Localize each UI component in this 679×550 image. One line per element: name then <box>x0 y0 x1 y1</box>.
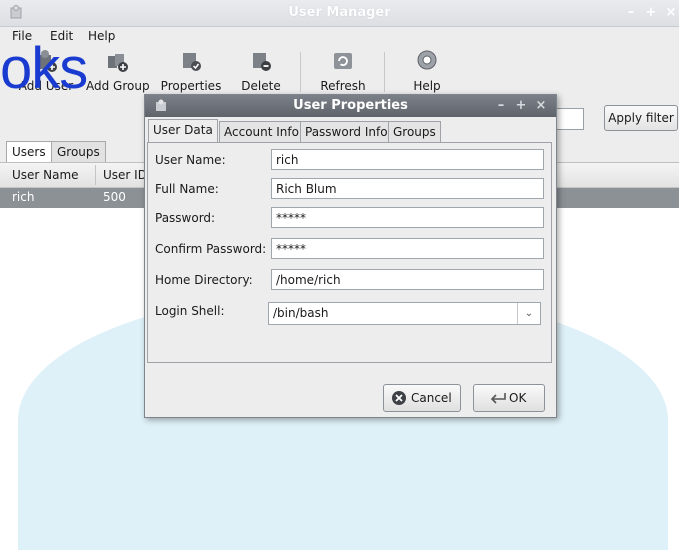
cancel-icon <box>392 391 406 405</box>
column-separator <box>95 165 96 185</box>
toolbar-separator <box>384 52 385 92</box>
properties-label: Properties <box>160 79 222 93</box>
column-user-id[interactable]: User ID <box>103 168 147 182</box>
dialog-minimize-button[interactable]: – <box>492 97 510 114</box>
tab-account-info[interactable]: Account Info <box>219 121 304 142</box>
dialog-maximize-button[interactable]: + <box>512 97 530 114</box>
confirm-password-label: Confirm Password: <box>155 242 267 256</box>
cell-user-name: rich <box>12 190 35 204</box>
delete-label: Delete <box>241 79 281 93</box>
window-titlebar: User Manager – + × <box>0 0 679 27</box>
cell-user-id: 500 <box>103 190 126 204</box>
menu-help[interactable]: Help <box>88 29 115 43</box>
enter-arrow-icon <box>490 393 506 404</box>
full-name-field[interactable]: Rich Blum <box>271 178 544 199</box>
refresh-icon <box>334 53 352 69</box>
user-name-field[interactable]: rich <box>271 149 544 170</box>
close-button[interactable]: × <box>662 4 679 21</box>
help-button[interactable]: Help <box>404 46 450 100</box>
dialog-titlebar: User Properties – + × <box>145 95 556 117</box>
minimize-button[interactable]: – <box>622 4 640 21</box>
properties-icon <box>183 53 201 71</box>
login-shell-select[interactable]: /bin/bash ⌄ <box>268 302 541 325</box>
ok-button[interactable]: OK <box>473 384 545 412</box>
delete-icon <box>253 53 271 71</box>
refresh-button[interactable]: Refresh <box>314 46 372 100</box>
delete-button[interactable]: Delete <box>236 46 286 100</box>
ok-label: OK <box>509 391 527 405</box>
help-lifebuoy-icon <box>417 50 437 70</box>
cancel-button[interactable]: Cancel <box>383 384 461 412</box>
tab-groups[interactable]: Groups <box>51 141 106 162</box>
tab-password-info[interactable]: Password Info <box>300 121 393 142</box>
watermark-logo: oks <box>0 36 88 101</box>
tab-users[interactable]: Users <box>6 141 52 162</box>
dialog-close-button[interactable]: × <box>532 97 550 114</box>
apply-filter-button[interactable]: Apply filter <box>604 105 678 131</box>
tab-user-data[interactable]: User Data <box>148 119 218 143</box>
help-label: Help <box>413 79 441 93</box>
password-field[interactable]: ***** <box>271 207 544 228</box>
add-group-icon <box>108 54 128 72</box>
toolbar: Add User Add Group Properties Delete Ref… <box>0 46 679 101</box>
user-name-label: User Name: <box>155 153 226 167</box>
maximize-button[interactable]: + <box>642 4 660 21</box>
cancel-label: Cancel <box>411 391 452 405</box>
password-label: Password: <box>155 211 216 225</box>
add-group-button[interactable]: Add Group <box>86 46 150 100</box>
tab-groups[interactable]: Groups <box>388 121 441 142</box>
confirm-password-field[interactable]: ***** <box>271 238 544 259</box>
toolbar-separator <box>300 52 301 92</box>
login-shell-label: Login Shell: <box>155 304 225 318</box>
login-shell-value: /bin/bash <box>273 306 329 320</box>
column-user-name[interactable]: User Name <box>12 168 79 182</box>
chevron-down-icon[interactable]: ⌄ <box>517 303 540 324</box>
full-name-label: Full Name: <box>155 182 219 196</box>
user-data-panel: User Name: rich Full Name: Rich Blum Pas… <box>147 142 552 363</box>
properties-button[interactable]: Properties <box>158 46 224 100</box>
menu-bar: File Edit Help <box>0 27 679 46</box>
window-title: User Manager <box>288 5 391 20</box>
refresh-label: Refresh <box>320 79 366 93</box>
user-properties-dialog: User Properties – + × User Data Account … <box>144 94 557 418</box>
home-directory-field[interactable]: /home/rich <box>271 269 544 290</box>
add-group-label: Add Group <box>86 79 150 93</box>
home-directory-label: Home Directory: <box>155 273 253 287</box>
